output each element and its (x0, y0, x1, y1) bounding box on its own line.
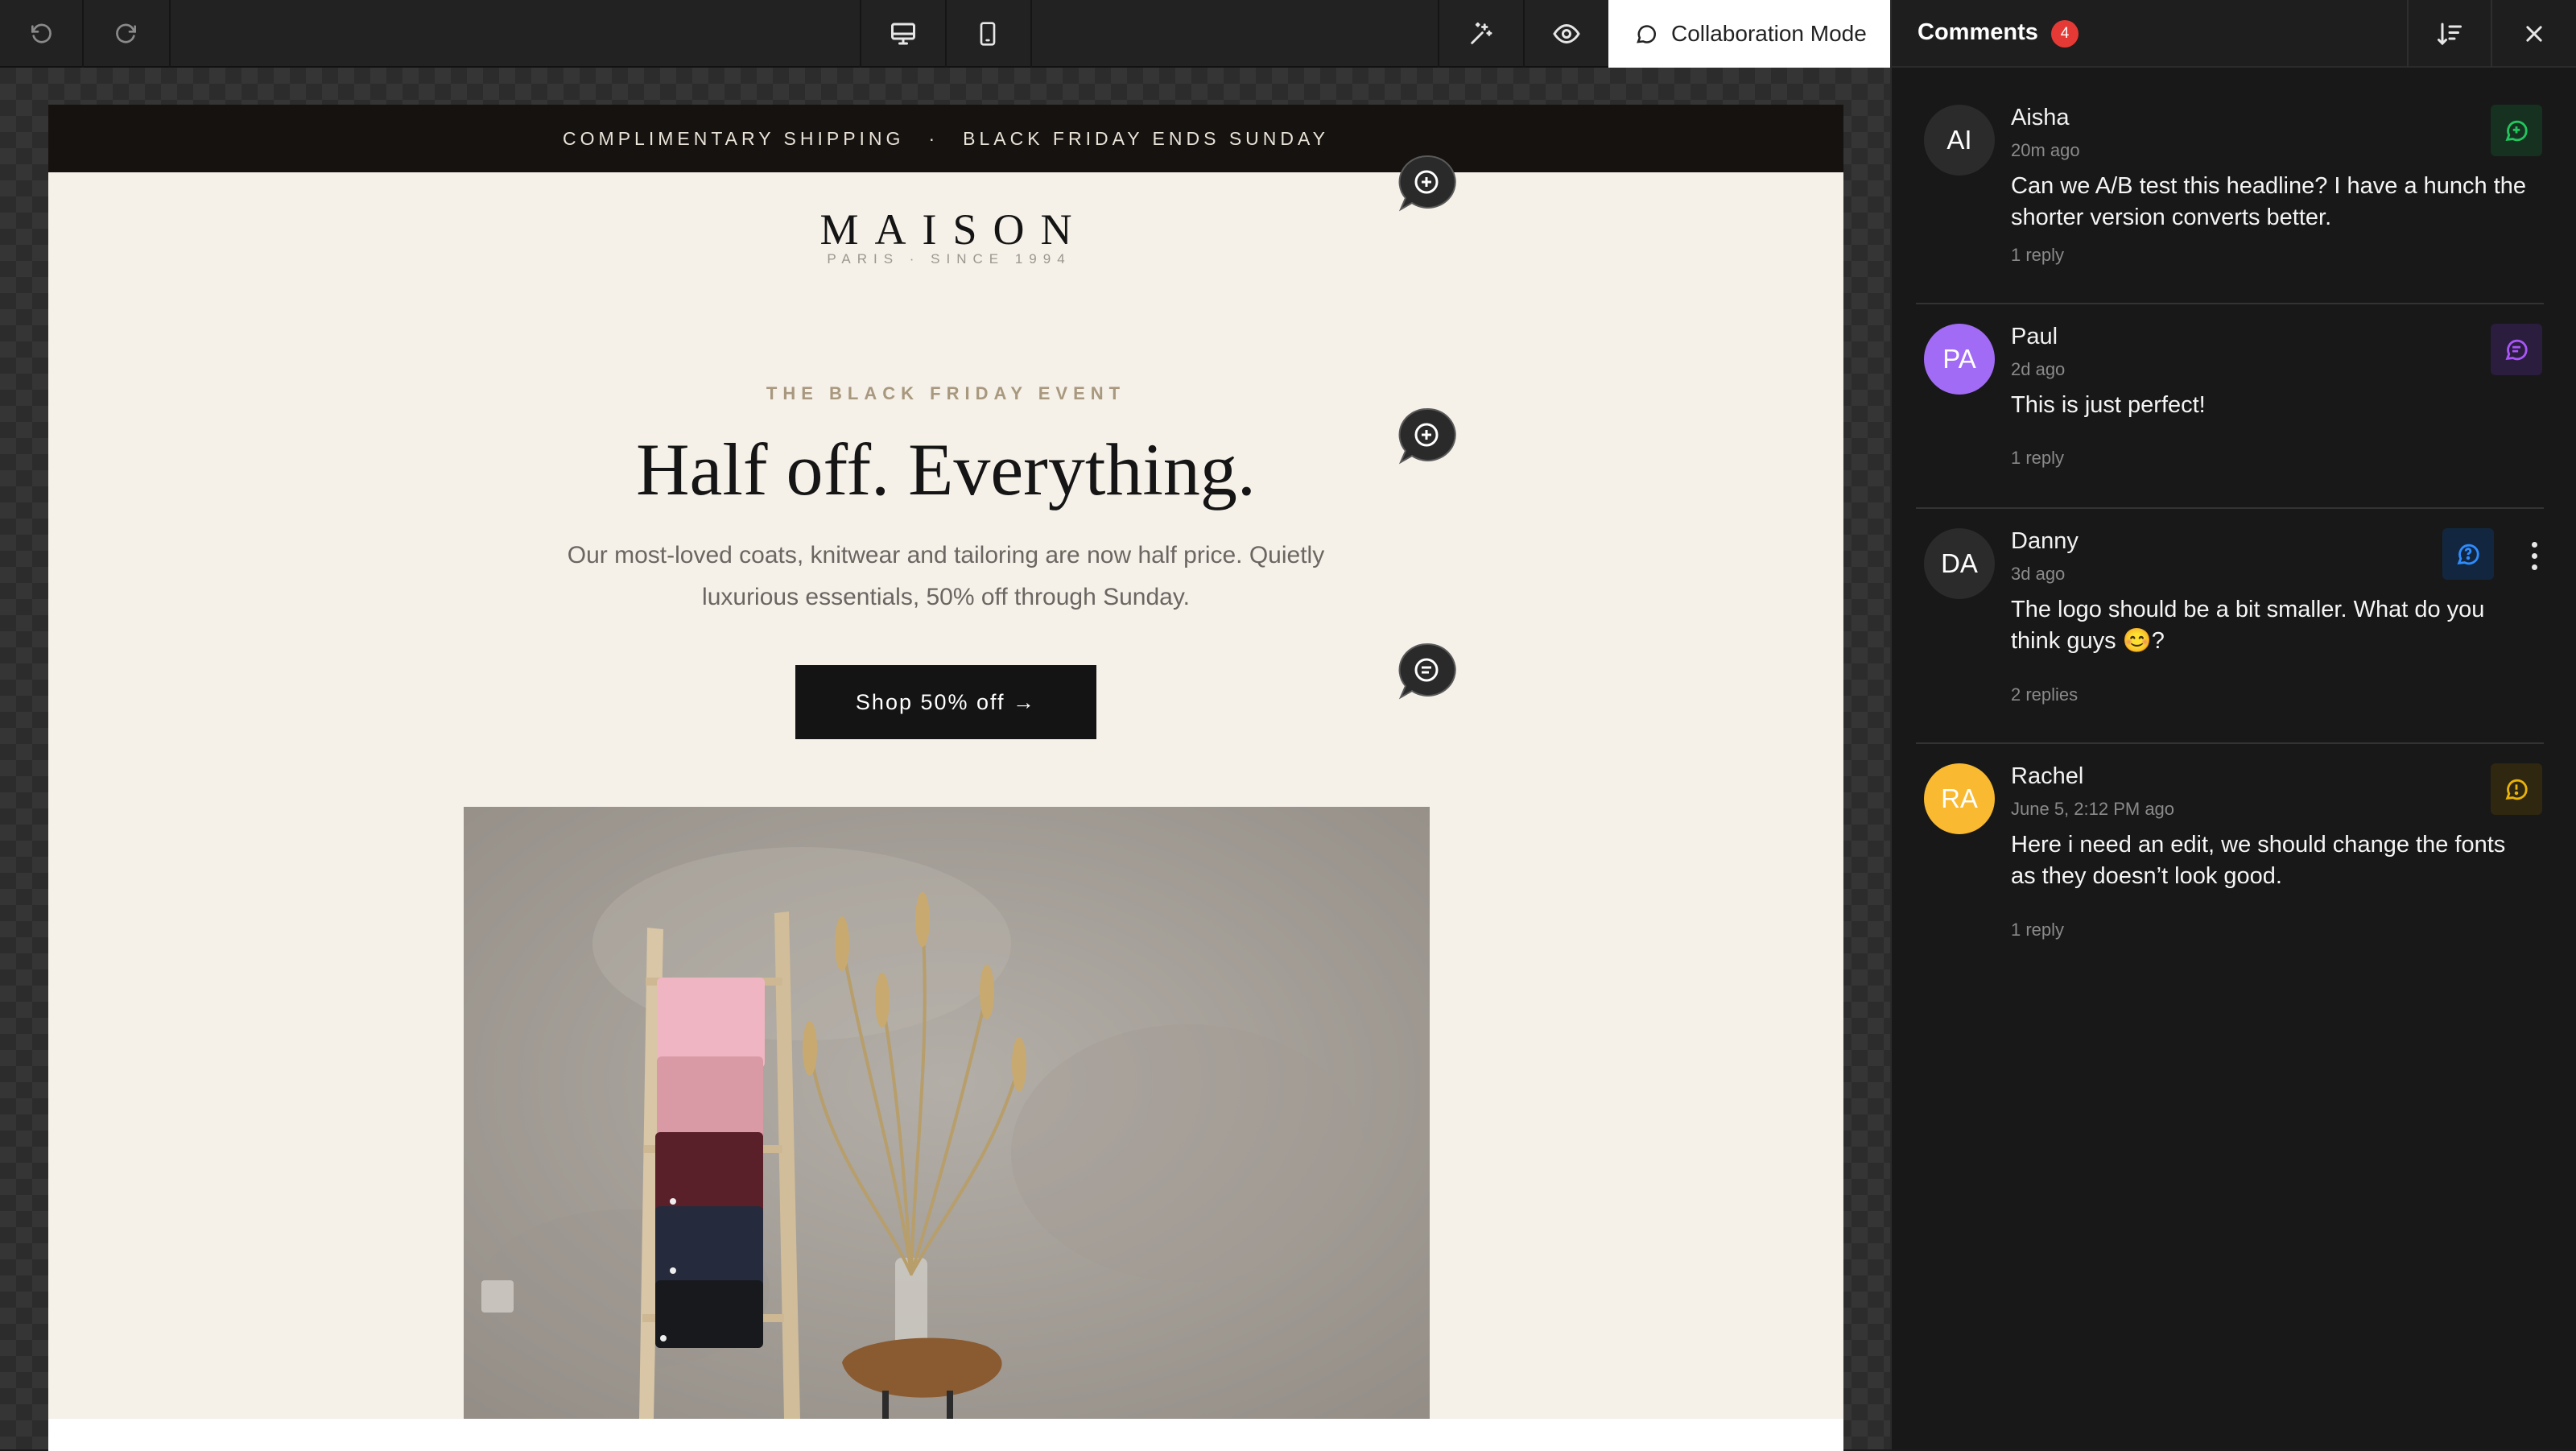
hero-image[interactable] (464, 807, 1430, 1419)
sort-icon (2438, 23, 2462, 46)
collaboration-mode-button[interactable]: Collaboration Mode (1608, 0, 1890, 68)
redo-button[interactable] (84, 0, 171, 68)
announcement-left: COMPLIMENTARY SHIPPING (563, 127, 905, 149)
collaboration-mode-label: Collaboration Mode (1671, 21, 1867, 46)
body-copy[interactable]: Our most-loved coats, knitwear and tailo… (564, 535, 1328, 618)
headline[interactable]: Half off. Everything. (48, 427, 1843, 512)
comment-card[interactable]: RA Rachel June 5, 2:12 PM ago Here i nee… (1916, 744, 2544, 961)
comment-card[interactable]: DA Danny 3d ago The logo should be a bit… (1916, 509, 2544, 744)
comments-header: Comments 4 (1892, 0, 2576, 68)
announcement-right: BLACK FRIDAY ENDS SUNDAY (963, 127, 1329, 149)
comment-text: Can we A/B test this headline? I have a … (2011, 173, 2527, 230)
eyebrow-text[interactable]: THE BLACK FRIDAY EVENT (48, 383, 1843, 404)
editor-toolbar: Collaboration Mode (0, 0, 1890, 68)
shop-cta-button[interactable]: Shop 50% off → (795, 665, 1096, 739)
comment-icon (1637, 25, 1657, 43)
email-preview: COMPLIMENTARY SHIPPING · BLACK FRIDAY EN… (48, 105, 1843, 1451)
ai-magic-button[interactable] (1438, 0, 1525, 68)
comment-pin-aisha[interactable] (1394, 151, 1459, 213)
comment-text: Here i need an edit, we should change th… (2011, 832, 2506, 889)
message-lines-icon (1398, 643, 1456, 700)
message-alert-icon (2505, 779, 2528, 800)
eye-icon (1553, 23, 1580, 44)
comment-pin-danny[interactable] (1394, 639, 1459, 701)
mobile-view-button[interactable] (945, 0, 1032, 68)
comment-card[interactable]: PA Paul 2d ago This is just perfect! 1 r… (1916, 304, 2544, 509)
magic-icon (1471, 22, 1492, 44)
message-plus-icon (2505, 120, 2528, 142)
brand-tagline: PARIS · SINCE 1994 (827, 251, 1071, 267)
email-footer-strip (48, 1419, 1843, 1451)
comment-type-button[interactable] (2491, 105, 2542, 156)
comment-author: Paul (2011, 324, 2058, 349)
avatar: RA (1924, 763, 1995, 834)
comment-text: The logo should be a bit smaller. What d… (2011, 597, 2485, 654)
comments-count-badge: 4 (2051, 20, 2079, 48)
close-icon (2526, 26, 2542, 42)
desktop-icon (891, 23, 915, 45)
comment-author: Aisha (2011, 105, 2070, 130)
more-options-button[interactable] (2524, 531, 2544, 580)
message-plus-icon (1398, 155, 1456, 212)
avatar: PA (1924, 324, 1995, 395)
avatar: AI (1924, 105, 1995, 176)
preview-button[interactable] (1523, 0, 1610, 68)
redo-icon (116, 23, 136, 43)
announcement-separator: · (928, 127, 939, 149)
undo-button[interactable] (0, 0, 84, 68)
message-plus-icon (1398, 407, 1456, 465)
mobile-icon (980, 22, 996, 46)
undo-icon (31, 23, 52, 43)
avatar: DA (1924, 528, 1995, 599)
close-panel-button[interactable] (2492, 0, 2576, 68)
announcement-bar: COMPLIMENTARY SHIPPING · BLACK FRIDAY EN… (48, 105, 1843, 172)
comment-pin-paul[interactable] (1394, 404, 1459, 465)
comment-type-button[interactable] (2491, 324, 2542, 375)
comment-time: 2d ago (2011, 359, 2066, 379)
message-lines-icon (2505, 339, 2528, 361)
comment-time: 3d ago (2011, 564, 2066, 584)
sort-comments-button[interactable] (2407, 0, 2492, 68)
message-question-icon (2457, 544, 2479, 565)
comment-author: Rachel (2011, 763, 2084, 789)
comment-time: 20m ago (2011, 140, 2080, 160)
reply-count-link[interactable]: 1 reply (2011, 920, 2064, 940)
editor-canvas: COMPLIMENTARY SHIPPING · BLACK FRIDAY EN… (0, 68, 1890, 1451)
comment-text: This is just perfect! (2011, 392, 2206, 418)
comments-panel: Comments 4 AI Aisha 20m ago Can we A/B t… (1890, 0, 2576, 1449)
comment-card[interactable]: AI Aisha 20m ago Can we A/B test this he… (1916, 85, 2544, 304)
reply-count-link[interactable]: 2 replies (2011, 684, 2078, 705)
comment-type-button[interactable] (2491, 763, 2542, 815)
comment-time: June 5, 2:12 PM ago (2011, 799, 2175, 819)
reply-count-link[interactable]: 1 reply (2011, 245, 2064, 266)
comment-author: Danny (2011, 528, 2079, 554)
brand-logo[interactable]: MAISON (48, 205, 1843, 254)
comment-type-button[interactable] (2442, 528, 2494, 580)
desktop-view-button[interactable] (860, 0, 947, 68)
comments-title: Comments (1918, 19, 2038, 45)
reply-count-link[interactable]: 1 reply (2011, 448, 2064, 469)
